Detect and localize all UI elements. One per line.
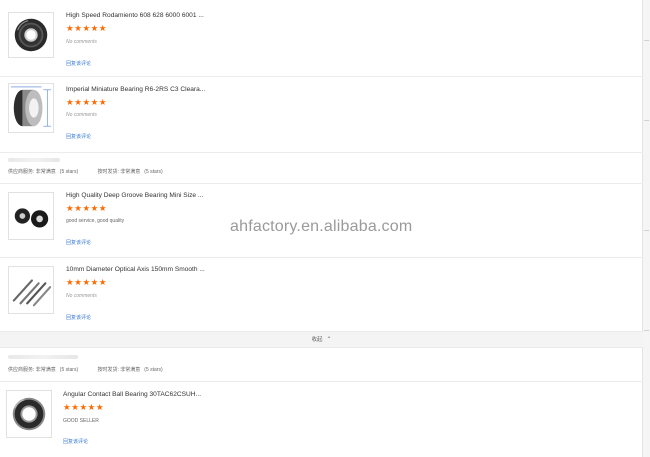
feedback-panel: High Speed Rodamiento 608 628 6000 6001 … [0,0,643,457]
supplier-rating-row: 供应商服务: 非常满意 (5 stars) 按时发货: 非常满意 (5 stars) [0,350,643,382]
buyer-name-blurred [8,355,78,359]
product-title[interactable]: Angular Contact Ball Bearing 30TAC62CSUH… [63,391,201,398]
bearing-icon [12,397,46,431]
star-rating: ★★★★★ [66,203,108,213]
review-item: Imperial Miniature Bearing R6-2RS C3 Cle… [0,77,643,153]
reply-link[interactable]: 回复该评论 [66,314,91,321]
reply-link[interactable]: 回复该评论 [63,438,88,445]
product-title[interactable]: Imperial Miniature Bearing R6-2RS C3 Cle… [66,86,205,93]
collapse-toggle[interactable]: 收起 ⌃ [0,331,643,348]
product-thumbnail[interactable] [8,266,54,314]
product-title[interactable]: High Speed Rodamiento 608 628 6000 6001 … [66,12,204,19]
supplier-service-label: 供应商服务: 非常满意 [8,169,56,175]
product-title[interactable]: 10mm Diameter Optical Axis 150mm Smooth … [66,266,205,273]
supplier-rating-line: 供应商服务: 非常满意 (5 stars) 按时发货: 非常满意 (5 stars) [8,366,181,373]
delivery-stars: (5 stars) [144,367,163,373]
collapse-label: 收起 [311,337,323,343]
review-comment: good service, good quality [66,218,125,224]
chevron-up-icon: ⌃ [326,337,332,343]
supplier-service-stars: (5 stars) [59,169,79,175]
product-thumbnail[interactable] [6,390,52,438]
star-rating: ★★★★★ [63,402,105,412]
delivery-rating: 按时发货: 非常满意 (5 stars) [98,169,163,175]
product-thumbnail[interactable] [8,83,54,133]
bearing-icon [14,18,48,52]
watermark-text: ahfactory.en.alibaba.com [230,218,413,235]
delivery-label: 按时发货: 非常满意 [97,169,141,175]
small-bearings-icon [14,208,49,228]
review-item: High Speed Rodamiento 608 628 6000 6001 … [0,0,643,77]
star-rating: ★★★★★ [66,97,108,107]
supplier-service-label: 供应商服务: 非常满意 [8,367,56,373]
bearing-drawing-icon [10,86,52,127]
review-comment: No comments [66,39,97,45]
reply-link[interactable]: 回复该评论 [66,60,91,67]
review-comment: GOOD SELLER [63,418,99,424]
delivery-label: 按时发货: 非常满意 [97,367,141,373]
reply-link[interactable]: 回复该评论 [66,239,91,246]
supplier-rating-line: 供应商服务: 非常满意 (5 stars) 按时发货: 非常满意 (5 stars) [8,168,181,175]
review-item: 10mm Diameter Optical Axis 150mm Smooth … [0,258,643,331]
supplier-service-stars: (5 stars) [59,367,79,373]
product-thumbnail[interactable] [8,12,54,58]
star-rating: ★★★★★ [66,277,108,287]
product-title[interactable]: High Quality Deep Groove Bearing Mini Si… [66,192,203,199]
supplier-service-rating: 供应商服务: 非常满意 (5 stars) [8,169,78,175]
star-rating: ★★★★★ [66,23,108,33]
supplier-service-rating: 供应商服务: 非常满意 (5 stars) [8,367,78,373]
vertical-scrollbar[interactable] [643,0,650,457]
delivery-rating: 按时发货: 非常满意 (5 stars) [98,367,163,373]
shafts-icon [12,279,52,307]
delivery-stars: (5 stars) [144,169,163,175]
review-comment: No comments [66,112,97,118]
reply-link[interactable]: 回复该评论 [66,133,91,140]
buyer-name-blurred [8,158,60,162]
product-thumbnail[interactable] [8,192,54,240]
review-item: Angular Contact Ball Bearing 30TAC62CSUH… [0,382,643,457]
review-comment: No comments [66,293,97,299]
supplier-rating-row: 供应商服务: 非常满意 (5 stars) 按时发货: 非常满意 (5 stars) [0,153,643,184]
